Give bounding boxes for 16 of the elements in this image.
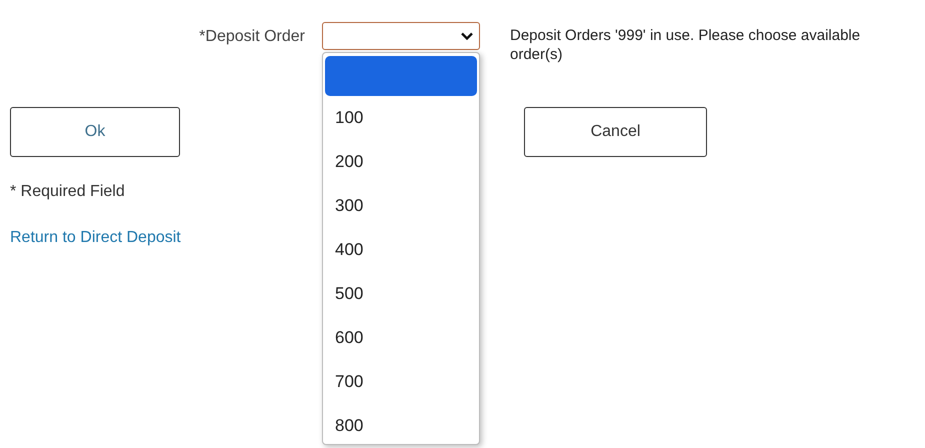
dropdown-option[interactable]: 700 — [325, 360, 477, 404]
chevron-icon — [461, 32, 473, 40]
dropdown-option[interactable]: 800 — [325, 404, 477, 448]
cancel-button[interactable]: Cancel — [524, 107, 707, 157]
dropdown-option[interactable]: 100 — [325, 96, 477, 140]
return-link[interactable]: Return to Direct Deposit — [10, 229, 181, 247]
dropdown-option[interactable]: 500 — [325, 272, 477, 316]
dropdown-option[interactable]: 300 — [325, 184, 477, 228]
ok-button[interactable]: Ok — [10, 107, 180, 157]
field-label: *Deposit Order — [198, 28, 305, 46]
required-note: * Required Field — [10, 183, 125, 201]
deposit-order-select[interactable] — [322, 22, 480, 50]
dropdown-option[interactable]: 400 — [325, 228, 477, 272]
message-text: Deposit Orders '999' in use. Please choose available order(s) — [510, 26, 862, 64]
dropdown-option[interactable]: 600 — [325, 316, 477, 360]
dropdown-option[interactable]: 200 — [325, 140, 477, 184]
